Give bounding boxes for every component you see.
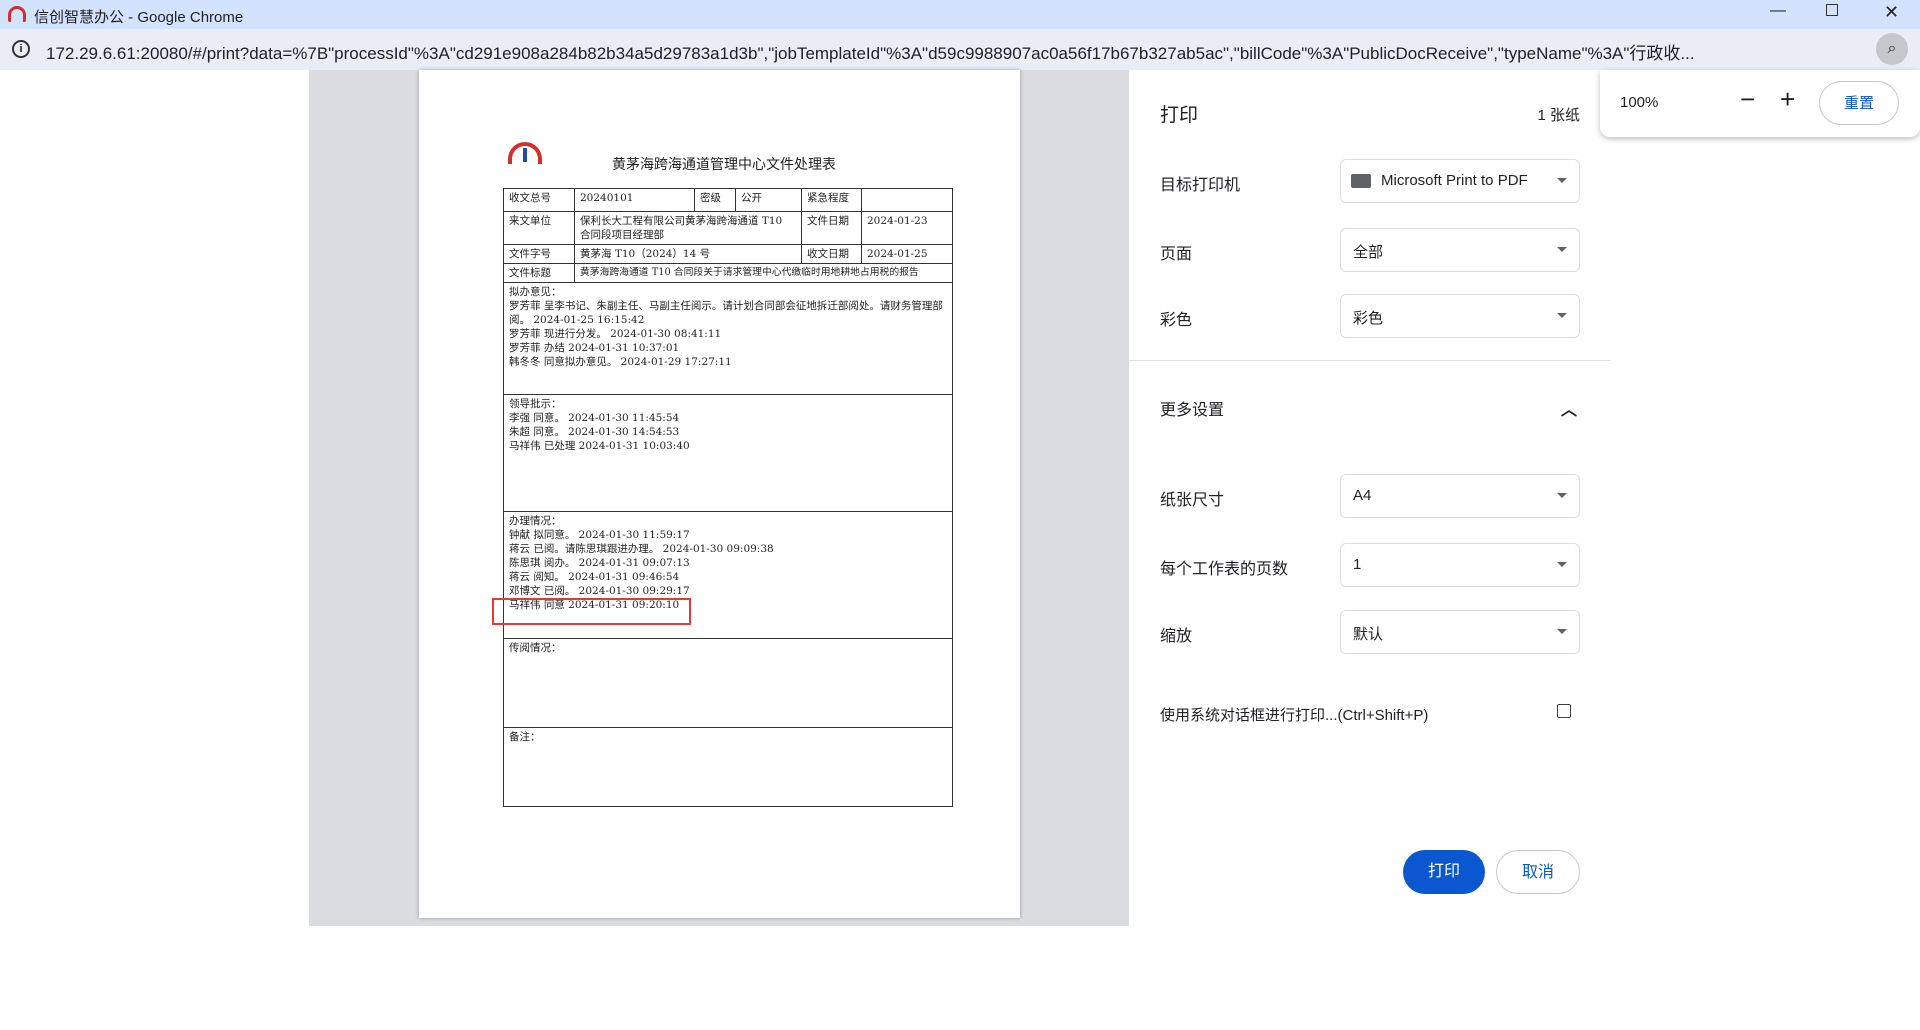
- cell-recv-date: 2024-01-25: [861, 244, 953, 264]
- section-heading: 备注：: [509, 731, 541, 743]
- restore-button[interactable]: [1826, 4, 1838, 16]
- section-heading: 拟办意见：: [509, 286, 562, 298]
- cell-label: 文件字号: [503, 244, 575, 264]
- opinion-line: 朱超 同意。 2024-01-30 14:54:53: [509, 426, 680, 438]
- cell-subject: 黄茅海跨海通道 T10 合同段关于请求管理中心代缴临时用地耕地占用税的报告: [574, 263, 953, 283]
- preview-page: 黄茅海跨海通道管理中心文件处理表 收文总号 20240101 密级 公开 紧急程度 来文…: [419, 70, 1020, 918]
- opinion-line: 韩冬冬 同意拟办意见。 2024-01-29 17:27:11: [509, 356, 732, 368]
- cell-label: 收文日期: [801, 244, 862, 264]
- cell-label: 收文总号: [503, 188, 575, 212]
- cell-file-date: 2024-01-23: [861, 211, 953, 245]
- chevron-down-icon: [1557, 629, 1567, 634]
- cancel-button[interactable]: 取消: [1496, 850, 1580, 894]
- chevron-down-icon: [1557, 493, 1567, 498]
- print-settings-panel: 打印 1 张纸 目标打印机 Microsoft Print to PDF 页面 …: [1129, 70, 1610, 926]
- destination-select[interactable]: Microsoft Print to PDF: [1340, 159, 1580, 203]
- pages-value: 全部: [1353, 244, 1384, 261]
- scale-select[interactable]: 默认: [1340, 610, 1580, 654]
- color-value: 彩色: [1353, 310, 1384, 327]
- sheet-count: 1 张纸: [1537, 107, 1580, 124]
- cell-label: 密级: [694, 188, 736, 212]
- cell-urgency: [861, 188, 953, 212]
- url-text[interactable]: 172.29.6.61:20080/#/print?data=%7B"proce…: [46, 39, 1695, 64]
- pages-per-sheet-label: 每个工作表的页数: [1160, 561, 1289, 578]
- print-button[interactable]: 打印: [1403, 850, 1485, 894]
- company-logo-icon: [508, 142, 542, 164]
- cell-secret: 公开: [735, 188, 802, 212]
- cell-serial: 20240101: [574, 188, 695, 212]
- destination-label: 目标打印机: [1160, 177, 1241, 194]
- section-heading: 办理情况：: [509, 515, 562, 527]
- cell-doc-no: 黄茅海 T10（2024）14 号: [574, 244, 802, 264]
- zoom-icon[interactable]: ⌕: [1876, 33, 1908, 65]
- chevron-down-icon: [1557, 178, 1567, 183]
- section-heading: 传阅情况：: [509, 642, 562, 654]
- system-dialog-link[interactable]: 使用系统对话框进行打印...(Ctrl+Shift+P): [1160, 704, 1428, 725]
- zoom-popup: 100% − + 重置: [1600, 70, 1920, 137]
- chevron-down-icon: [1557, 313, 1567, 318]
- paper-size-label: 纸张尺寸: [1160, 492, 1225, 509]
- opinion-line: 罗芳菲 现进行分发。 2024-01-30 08:41:11: [509, 328, 722, 340]
- paper-size-value: A4: [1353, 487, 1372, 504]
- open-external-icon[interactable]: [1557, 704, 1571, 718]
- chevron-down-icon: [1557, 247, 1567, 252]
- opinion-line: 蒋云 已阅。请陈思琪跟进办理。 2024-01-30 09:09:38: [509, 543, 774, 555]
- cell-label: 文件日期: [801, 211, 862, 245]
- circulation-section: 传阅情况：: [503, 638, 953, 728]
- opinion-line: 蒋云 阅知。 2024-01-31 09:46:54: [509, 571, 680, 583]
- address-bar[interactable]: i 172.29.6.61:20080/#/print?data=%7B"pro…: [0, 29, 1920, 70]
- scale-value: 默认: [1353, 626, 1384, 643]
- cell-from: 保利长大工程有限公司黄茅海跨海通道 T10 合同段项目经理部: [574, 211, 802, 245]
- leader-section: 领导批示： 李强 同意。 2024-01-30 11:45:54 朱超 同意。 20…: [503, 394, 953, 512]
- minimize-button[interactable]: —: [1770, 2, 1786, 20]
- window-title: 信创智慧办公 - Google Chrome: [34, 9, 244, 26]
- opinion-line: 罗芳菲 办结 2024-01-31 10:37:01: [509, 342, 680, 354]
- printer-icon: [1351, 174, 1371, 188]
- opinion-line: 罗芳菲 呈李书记、朱副主任、马副主任阅示。请计划合同部会征地拆迁部阅处。请财务管…: [509, 300, 943, 326]
- opinion-line: 钟献 拟同意。 2024-01-30 11:59:17: [509, 529, 690, 541]
- color-select[interactable]: 彩色: [1340, 294, 1580, 338]
- site-info-icon[interactable]: i: [12, 40, 30, 58]
- paper-size-select[interactable]: A4: [1340, 474, 1580, 518]
- destination-value: Microsoft Print to PDF: [1381, 172, 1528, 189]
- panel-title: 打印: [1160, 105, 1199, 126]
- opinion-line: 陈思琪 阅办。 2024-01-31 09:07:13: [509, 557, 690, 569]
- close-button[interactable]: ✕: [1884, 2, 1899, 23]
- zoom-in-button[interactable]: +: [1780, 84, 1795, 115]
- opinion-line: 邓博文 已阅。 2024-01-30 09:29:17: [509, 585, 690, 597]
- more-settings-toggle[interactable]: 更多设置: [1160, 396, 1224, 420]
- zoom-level: 100%: [1620, 94, 1659, 111]
- divider: [1129, 360, 1610, 361]
- opinion-line: 李强 同意。 2024-01-30 11:45:54: [509, 412, 680, 424]
- highlight-box: [492, 598, 691, 625]
- pages-select[interactable]: 全部: [1340, 228, 1580, 272]
- chevron-up-icon[interactable]: ︿: [1561, 396, 1577, 420]
- pages-per-sheet-value: 1: [1353, 556, 1362, 573]
- pages-label: 页面: [1160, 246, 1193, 263]
- document-title: 黄茅海跨海通道管理中心文件处理表: [612, 157, 836, 173]
- color-label: 彩色: [1160, 312, 1193, 329]
- proposal-section: 拟办意见： 罗芳菲 呈李书记、朱副主任、马副主任阅示。请计划合同部会征地拆迁部阅处…: [503, 282, 953, 395]
- chevron-down-icon: [1557, 562, 1567, 567]
- title-bar: 信创智慧办公 - Google Chrome — ✕: [0, 0, 1920, 29]
- app-logo-icon: [8, 6, 26, 22]
- section-heading: 领导批示：: [509, 398, 562, 410]
- document-table: 收文总号 20240101 密级 公开 紧急程度 来文单位 保利长大工程有限公司黄茅海跨海…: [503, 188, 953, 807]
- remarks-section: 备注：: [503, 727, 953, 807]
- cell-label: 文件标题: [503, 263, 575, 283]
- scale-label: 缩放: [1160, 628, 1193, 645]
- cell-label: 紧急程度: [801, 188, 862, 212]
- zoom-out-button[interactable]: −: [1740, 84, 1755, 115]
- opinion-line: 马祥伟 已处理 2024-01-31 10:03:40: [509, 440, 690, 452]
- pages-per-sheet-select[interactable]: 1: [1340, 543, 1580, 587]
- zoom-reset-button[interactable]: 重置: [1819, 81, 1899, 125]
- cell-label: 来文单位: [503, 211, 575, 245]
